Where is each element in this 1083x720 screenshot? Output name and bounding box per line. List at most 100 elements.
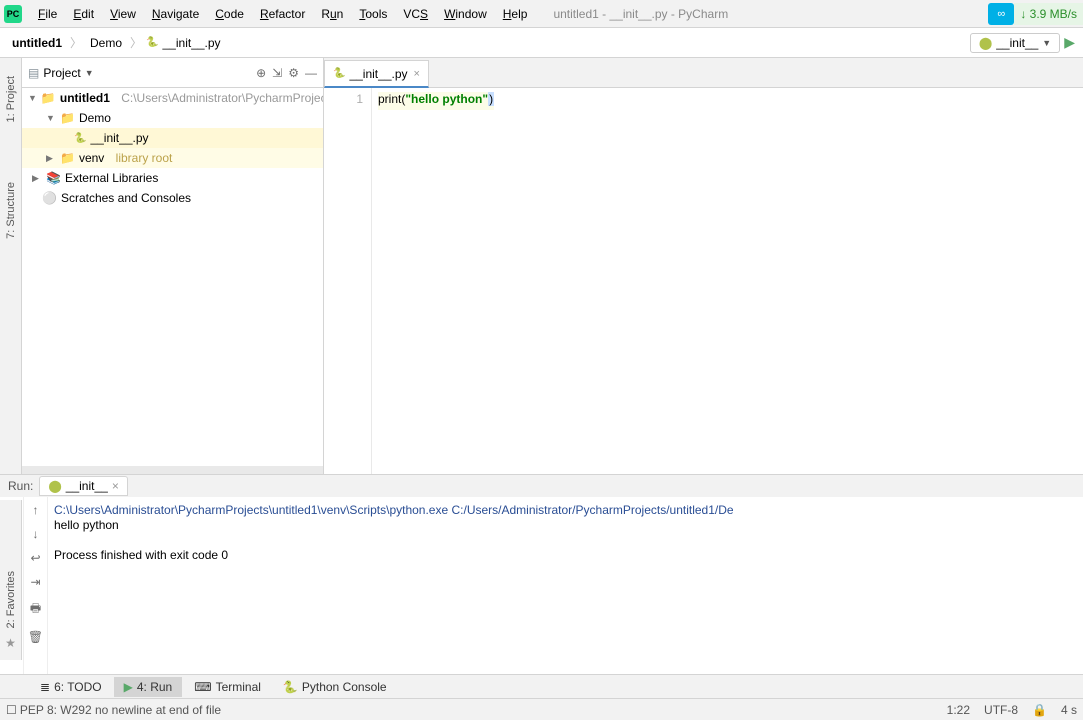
python-file-icon: 🐍 [74,133,86,144]
menu-edit[interactable]: Edit [65,3,102,25]
code-token-print: print [378,92,401,106]
wrap-icon[interactable]: ↩ [30,551,40,565]
tree-folder-demo[interactable]: ▼ 📁 Demo [22,108,323,128]
menu-help[interactable]: Help [495,3,536,25]
code-area[interactable]: print("hello python") [372,88,1083,474]
tab-label: Python Console [302,680,387,694]
trash-icon[interactable]: 🗑 [28,630,43,644]
caret-position[interactable]: 1:22 [947,703,970,717]
menu-navigate[interactable]: Navigate [144,3,207,25]
left-gutter-bottom: 2: Favorites ★ [0,500,22,660]
breadcrumb-sep-icon: 〉 [66,34,86,51]
project-panel-title[interactable]: Project [43,66,80,80]
menu-refactor[interactable]: Refactor [252,3,313,25]
menu-file[interactable]: File [30,3,65,25]
up-icon[interactable]: ↑ [33,503,39,517]
tool-structure-tab[interactable]: 7: Structure [5,182,17,239]
print-icon[interactable]: 🖶 [30,599,41,620]
menu-bar: PC File Edit View Navigate Code Refactor… [0,0,1083,28]
navigation-bar: untitled1 〉 Demo 〉 🐍 __init__.py ⬤ __ini… [0,28,1083,58]
close-tab-icon[interactable]: × [112,479,119,493]
tab-terminal[interactable]: ⌨ Terminal [184,677,271,697]
tree-file-init[interactable]: 🐍 __init__.py [22,128,323,148]
line-number: 1 [324,92,363,106]
download-speed: ↓ 3.9 MB/s [1014,3,1083,25]
indent-setting[interactable]: 4 s [1061,703,1077,717]
todo-icon: ≣ [40,680,50,694]
project-name: untitled1 [60,91,110,105]
menu-tools[interactable]: Tools [351,3,395,25]
expand-arrow-icon[interactable]: ▶ [32,173,42,184]
tab-todo[interactable]: ≣ 6: TODO [30,677,112,697]
main-area: 1: Project 7: Structure ▤ Project ▼ ⊕ ⇲ … [0,58,1083,474]
menu-window[interactable]: Window [436,3,495,25]
bottom-tool-tabs: ≣ 6: TODO ▶ 4: Run ⌨ Terminal 🐍 Python C… [0,674,1083,698]
menu-run[interactable]: Run [313,3,351,25]
breadcrumb-file[interactable]: __init__.py [159,36,225,50]
project-view-icon: ▤ [28,66,39,80]
folder-icon: 📁 [60,151,75,165]
tree-scratches[interactable]: ⚪ Scratches and Consoles [22,188,323,208]
scratches-icon: ⚪ [42,191,57,205]
run-tool-window: Run: ⬤ __init__ × ▶ ■ ≣ ≡ 📌 ↑ ↓ ↩ ⇥ 🖶 🗑 … [0,474,1083,674]
python-icon: ⬤ [979,36,992,50]
run-label: Run: [8,479,33,493]
run-toolbar-left2: ↑ ↓ ↩ ⇥ 🖶 🗑 [24,497,48,674]
locate-icon[interactable]: ⊕ [256,66,266,80]
hide-icon[interactable]: — [305,66,317,80]
lock-icon[interactable]: 🔒 [1032,703,1047,717]
left-tool-gutter: 1: Project 7: Structure [0,58,22,474]
tab-run[interactable]: ▶ 4: Run [114,677,183,697]
tree-project-root[interactable]: ▼ 📁 untitled1 C:\Users\Administrator\Pyc… [22,88,323,108]
libraries-icon: 📚 [46,171,61,185]
external-libraries-label: External Libraries [65,171,158,185]
menu-view[interactable]: View [102,3,144,25]
tree-folder-venv[interactable]: ▶ 📁 venv library root [22,148,323,168]
python-file-icon: 🐍 [333,68,345,79]
scroll-icon[interactable]: ⇥ [30,575,40,589]
close-tab-icon[interactable]: × [414,68,420,80]
python-icon: 🐍 [283,680,298,694]
play-icon: ▶ [124,680,133,694]
down-icon[interactable]: ↓ [33,527,39,541]
tab-label: 4: Run [137,680,172,694]
breadcrumb-root[interactable]: untitled1 [8,36,66,50]
console-output[interactable]: C:\Users\Administrator\PycharmProjects\u… [48,497,1083,674]
network-indicator: ∞ ↓ 3.9 MB/s [988,0,1083,28]
breadcrumb-sep-icon: 〉 [126,34,146,51]
file-encoding[interactable]: UTF-8 [984,703,1018,717]
tab-label: Terminal [216,680,261,694]
window-title: untitled1 - __init__.py - PyCharm [553,7,728,21]
status-bar: ☐ PEP 8: W292 no newline at end of file … [0,698,1083,720]
terminal-icon: ⌨ [194,680,211,694]
folder-icon: 📁 [41,91,56,105]
project-tree[interactable]: ▼ 📁 untitled1 C:\Users\Administrator\Pyc… [22,88,323,466]
scrollbar-track[interactable] [22,466,323,474]
python-icon: ⬤ [48,479,61,493]
tool-favorites-tab[interactable]: 2: Favorites [5,571,17,628]
status-message: PEP 8: W292 no newline at end of file [20,703,221,717]
editor-tab-init[interactable]: 🐍 __init__.py × [324,60,429,88]
tool-project-tab[interactable]: 1: Project [5,76,17,122]
event-log-icon[interactable]: ☐ [6,703,17,717]
expand-arrow-icon[interactable]: ▶ [46,153,56,164]
breadcrumb-folder[interactable]: Demo [86,36,126,50]
expand-arrow-icon[interactable]: ▼ [46,113,56,123]
tree-external-libraries[interactable]: ▶ 📚 External Libraries [22,168,323,188]
run-button[interactable]: ▶ [1064,34,1075,51]
tab-label: 6: TODO [54,680,102,694]
editor-body[interactable]: 1 print("hello python") [324,88,1083,474]
cloud-icon: ∞ [988,3,1014,25]
chevron-down-icon[interactable]: ▼ [85,68,94,78]
run-tab-label: __init__ [66,479,108,493]
editor-area: 🐍 __init__.py × 1 print("hello python") [324,58,1083,474]
star-icon[interactable]: ★ [5,636,16,650]
tab-python-console[interactable]: 🐍 Python Console [273,677,397,697]
menu-code[interactable]: Code [207,3,252,25]
collapse-icon[interactable]: ⇲ [272,66,282,80]
run-tab[interactable]: ⬤ __init__ × [39,476,128,496]
menu-vcs[interactable]: VCS [395,3,436,25]
run-configuration-selector[interactable]: ⬤ __init__ ▼ [970,33,1060,53]
expand-arrow-icon[interactable]: ▼ [28,93,37,103]
settings-icon[interactable]: ⚙ [288,66,299,80]
